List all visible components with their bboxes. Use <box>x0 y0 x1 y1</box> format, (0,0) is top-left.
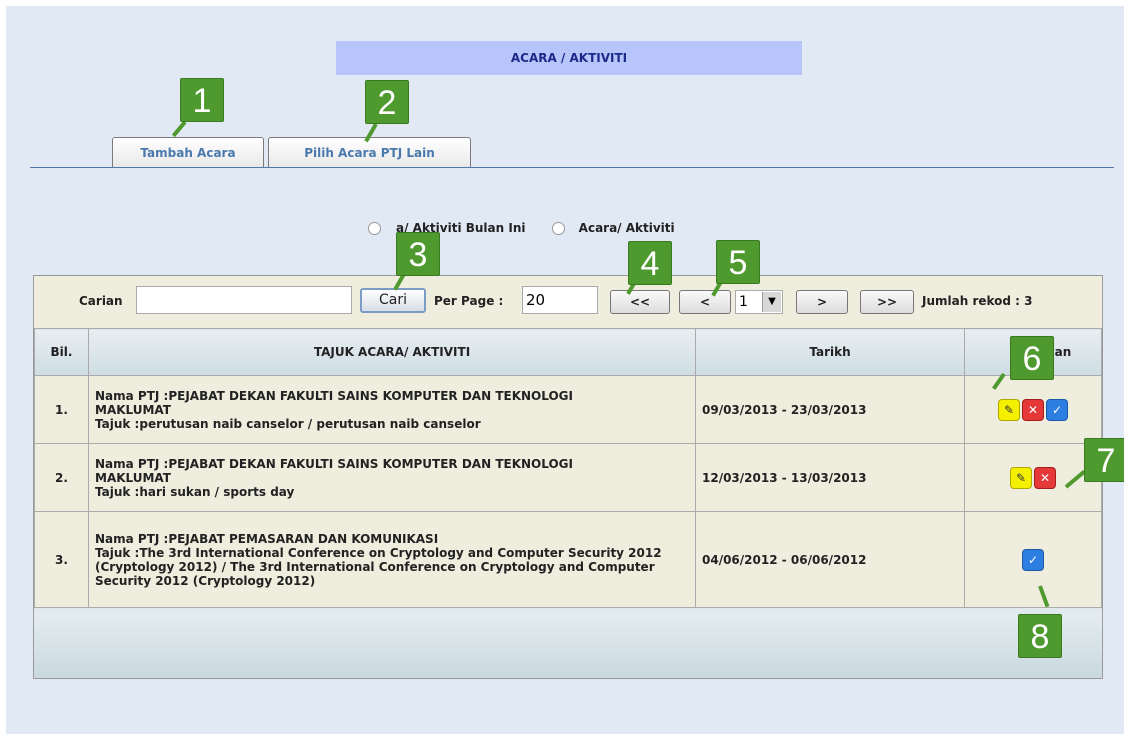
delete-x-icon[interactable]: ✕ <box>1022 398 1044 421</box>
table-row: 2. Nama PTJ :PEJABAT DEKAN FAKULTI SAINS… <box>34 443 1102 512</box>
chevron-down-icon: ▼ <box>762 292 781 312</box>
table-row: 1. Nama PTJ :PEJABAT DEKAN FAKULTI SAINS… <box>34 375 1102 444</box>
table-header-row: Bil. TAJUK ACARA/ AKTIVITI Tarikh an <box>34 328 1102 376</box>
row-date: 04/06/2012 - 06/06/2012 <box>695 511 965 608</box>
wrench-icon[interactable]: ✎ <box>1010 466 1032 489</box>
page-select-value: 1 <box>739 294 748 310</box>
row-tajuk: Tajuk :perutusan naib canselor / perutus… <box>95 416 481 431</box>
tab-tambah-acara[interactable]: Tambah Acara <box>112 137 264 168</box>
search-button[interactable]: Cari <box>360 288 426 313</box>
radio-semua[interactable] <box>551 222 565 235</box>
callout-badge: 6 <box>1010 336 1054 380</box>
check-icon[interactable]: ✓ <box>1022 548 1044 571</box>
table-row: 3. Nama PTJ :PEJABAT PEMASARAN DAN KOMUN… <box>34 511 1102 608</box>
col-header-tarikh: Tarikh <box>695 328 965 376</box>
callout-badge: 5 <box>716 240 760 284</box>
per-page-label: Per Page : <box>434 294 504 308</box>
radio-semua-label: Acara/ Aktiviti <box>578 221 675 235</box>
row-title-cell: Nama PTJ :PEJABAT DEKAN FAKULTI SAINS KO… <box>88 375 696 444</box>
event-table-container: Carian Cari Per Page : << < 1 ▼ > >> Jum… <box>33 275 1103 679</box>
page-title: ACARA / AKTIVITI <box>336 41 802 75</box>
search-label: Carian <box>79 294 123 308</box>
tab-pilih-acara-ptj-lain[interactable]: Pilih Acara PTJ Lain <box>268 137 471 168</box>
search-bar: Carian Cari Per Page : << < 1 ▼ > >> Jum… <box>34 276 1102 329</box>
row-date: 09/03/2013 - 23/03/2013 <box>695 375 965 444</box>
per-page-input[interactable] <box>522 286 598 314</box>
check-icon[interactable]: ✓ <box>1046 398 1068 421</box>
col-header-tajuk: TAJUK ACARA/ AKTIVITI <box>88 328 696 376</box>
row-number: 3. <box>34 511 89 608</box>
row-ptj: Nama PTJ :PEJABAT PEMASARAN DAN KOMUNIKA… <box>95 531 439 546</box>
row-title-cell: Nama PTJ :PEJABAT PEMASARAN DAN KOMUNIKA… <box>88 511 696 608</box>
next-page-button[interactable]: > <box>796 290 848 314</box>
row-actions: ✎ ✕ <box>964 443 1102 512</box>
prev-page-button[interactable]: < <box>679 290 731 314</box>
radio-bulan-ini[interactable] <box>368 222 381 235</box>
row-actions: ✓ <box>964 511 1102 608</box>
row-number: 1. <box>34 375 89 444</box>
event-table: Bil. TAJUK ACARA/ AKTIVITI Tarikh an 1. … <box>34 328 1102 608</box>
col-header-bil: Bil. <box>34 328 89 376</box>
callout-badge: 1 <box>180 78 224 122</box>
callout-badge: 8 <box>1018 614 1062 658</box>
page-select[interactable]: 1 ▼ <box>735 290 783 314</box>
row-tajuk: Tajuk :The 3rd International Conference … <box>95 545 662 588</box>
row-title-cell: Nama PTJ :PEJABAT DEKAN FAKULTI SAINS KO… <box>88 443 696 512</box>
row-ptj: Nama PTJ :PEJABAT DEKAN FAKULTI SAINS KO… <box>95 388 573 417</box>
first-page-button[interactable]: << <box>610 290 670 314</box>
row-ptj: Nama PTJ :PEJABAT DEKAN FAKULTI SAINS KO… <box>95 456 573 485</box>
search-input[interactable] <box>136 286 352 314</box>
tab-divider <box>30 167 1114 168</box>
callout-badge: 3 <box>396 232 440 276</box>
row-date: 12/03/2013 - 13/03/2013 <box>695 443 965 512</box>
row-number: 2. <box>34 443 89 512</box>
table-footer <box>34 614 1102 678</box>
callout-badge: 7 <box>1084 438 1124 482</box>
wrench-icon[interactable]: ✎ <box>998 398 1020 421</box>
row-actions: ✎ ✕ ✓ <box>964 375 1102 444</box>
delete-x-icon[interactable]: ✕ <box>1034 466 1056 489</box>
total-records: Jumlah rekod : 3 <box>922 294 1033 308</box>
callout-badge: 4 <box>628 241 672 285</box>
callout-badge: 2 <box>365 80 409 124</box>
row-tajuk: Tajuk :hari sukan / sports day <box>95 484 295 499</box>
last-page-button[interactable]: >> <box>860 290 914 314</box>
